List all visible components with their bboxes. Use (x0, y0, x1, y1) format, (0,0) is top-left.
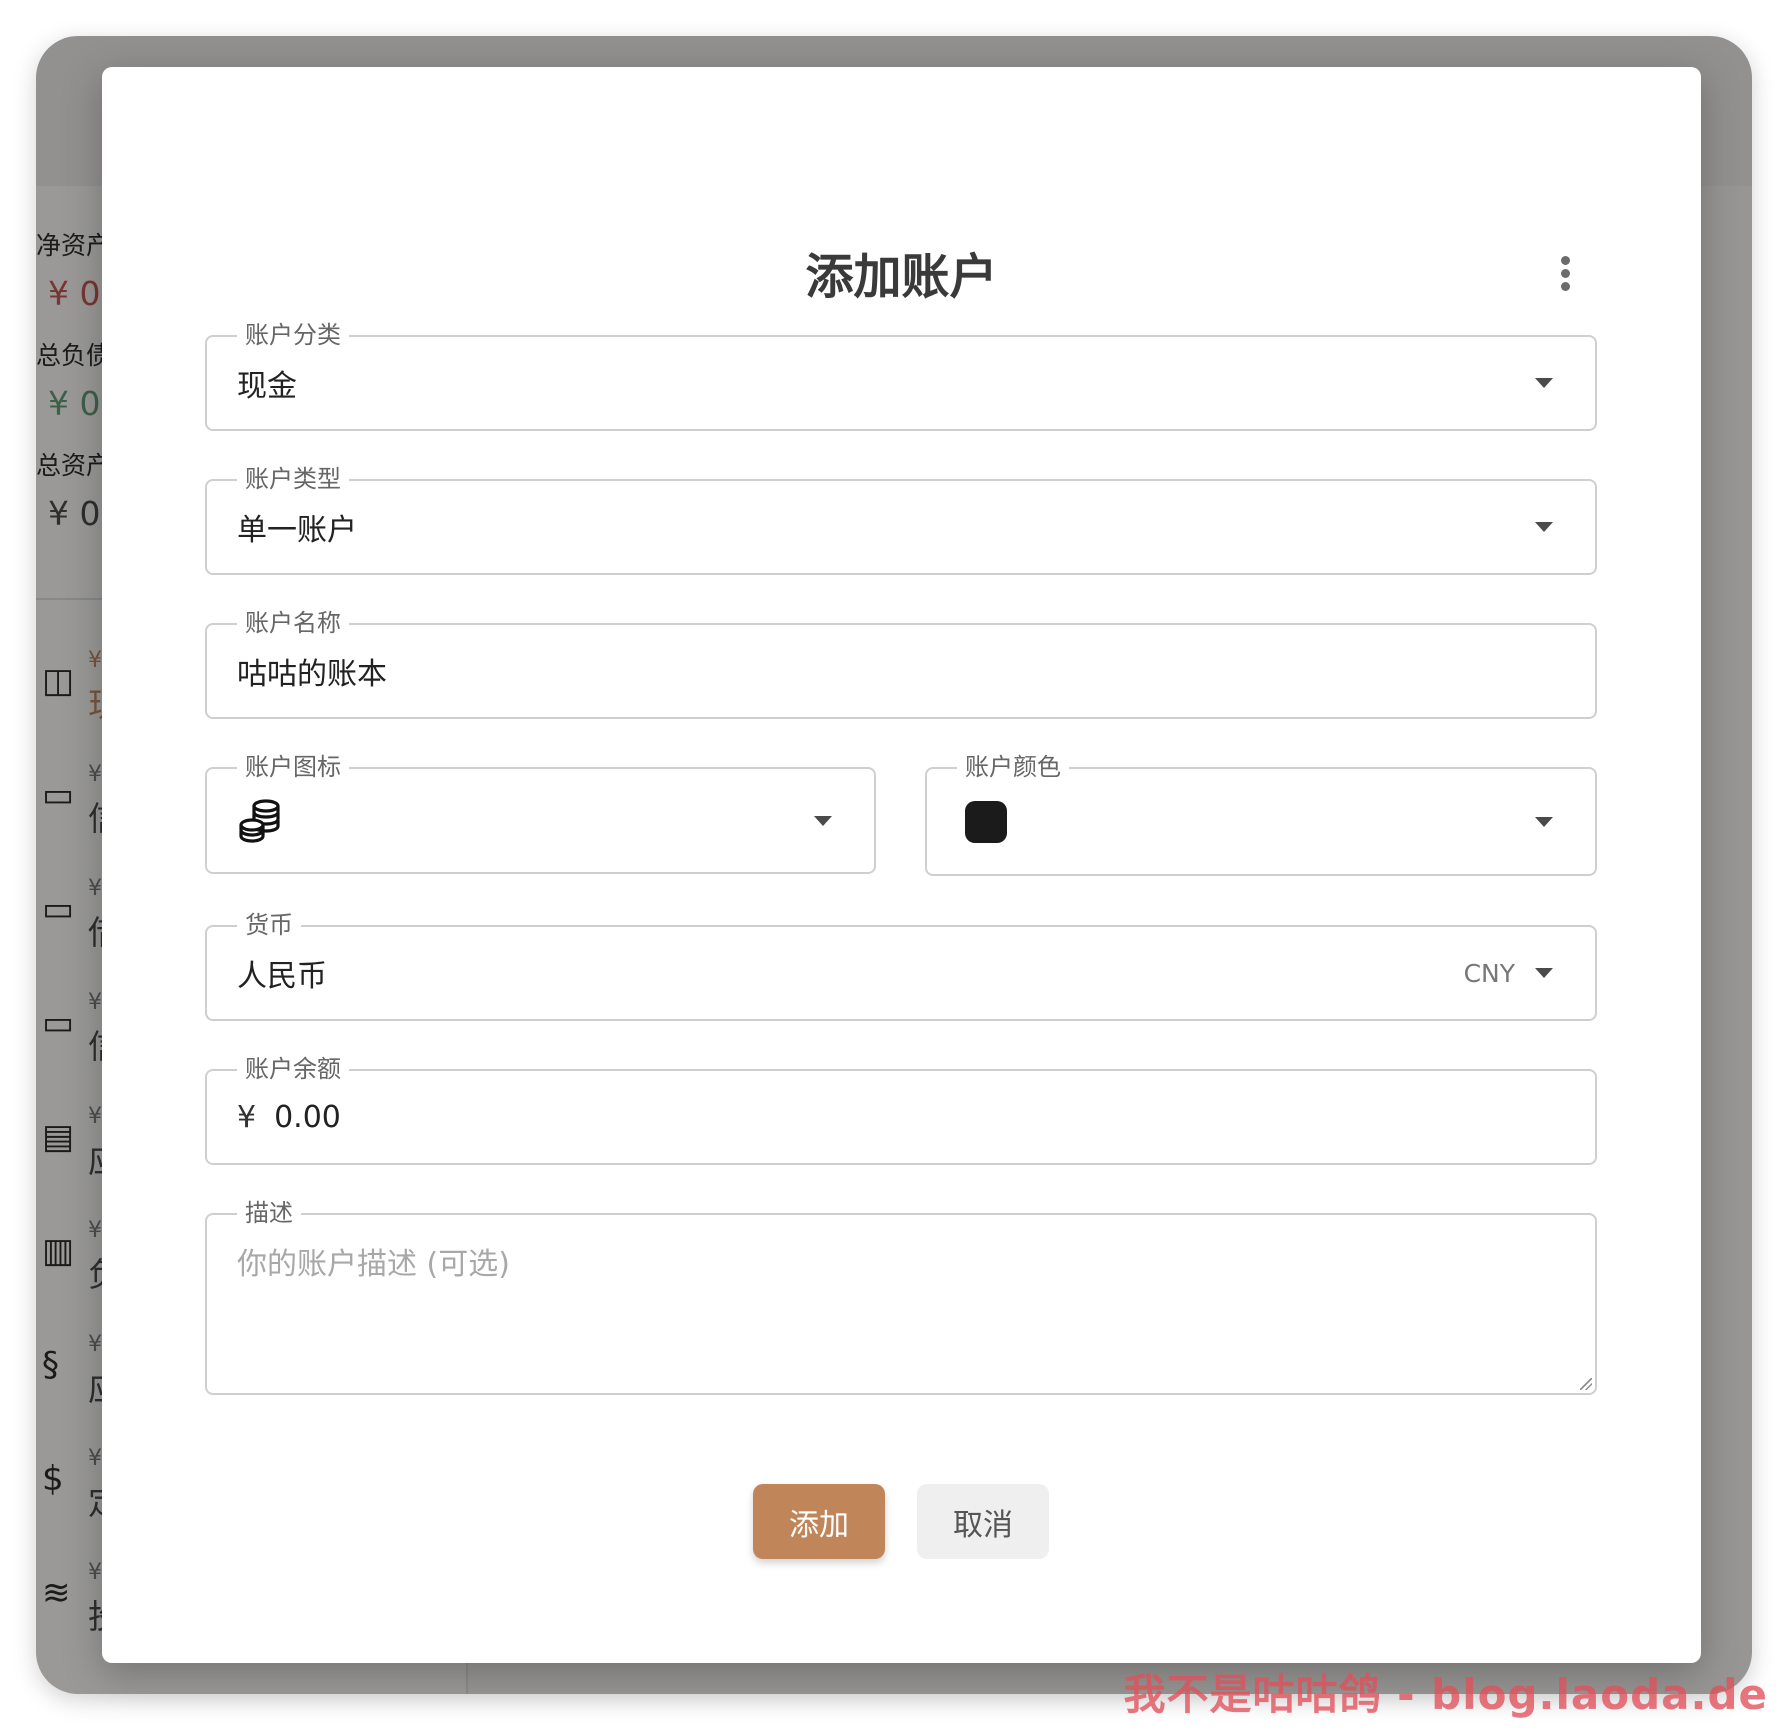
account-balance-input[interactable]: 0.00 (274, 1100, 341, 1135)
cancel-button[interactable]: 取消 (917, 1484, 1049, 1559)
account-name-field[interactable]: 账户名称 咕咕的账本 (205, 609, 1597, 719)
account-balance-value: ¥ 0.00 (237, 1071, 341, 1163)
currency-code: CNY (1463, 958, 1515, 988)
chevron-down-icon[interactable] (1535, 816, 1553, 827)
account-category-select[interactable]: 账户分类 现金 (205, 321, 1597, 431)
chevron-down-icon[interactable] (1535, 378, 1553, 388)
account-balance-field[interactable]: 账户余额 ¥ 0.00 (205, 1055, 1597, 1165)
yen-prefix: ¥ (237, 1099, 257, 1135)
color-swatch (965, 800, 1007, 843)
chevron-down-icon[interactable] (1535, 968, 1553, 978)
account-color-select[interactable]: 账户颜色 (925, 753, 1597, 876)
account-type-select[interactable]: 账户类型 单一账户 (205, 465, 1597, 575)
account-icon-select[interactable]: 账户图标 (205, 753, 876, 874)
currency-select[interactable]: 货币 人民币 CNY (205, 911, 1597, 1021)
account-icon-value (237, 769, 283, 872)
more-vertical-icon[interactable] (1555, 253, 1575, 293)
dialog-title: 添加账户 (805, 249, 998, 305)
currency-value: 人民币 (237, 959, 327, 994)
add-account-dialog: 添加账户 账户分类 现金 账户类型 单一账户 账户名称 咕咕的账本 账户图标 账… (102, 67, 1701, 1663)
description-textarea[interactable]: 你的账户描述 (可选) (237, 1239, 510, 1283)
description-label: 描述 (237, 1199, 301, 1227)
watermark: 我不是咕咕鸽 - blog.laoda.de (1123, 1670, 1768, 1719)
coins-icon (239, 798, 280, 843)
chevron-down-icon[interactable] (1535, 522, 1553, 532)
chevron-down-icon[interactable] (814, 815, 832, 826)
account-color-value (965, 769, 1007, 874)
account-name-input[interactable]: 咕咕的账本 (237, 625, 387, 717)
account-category-value: 现金 (237, 369, 297, 404)
resize-handle-icon[interactable] (1580, 1378, 1592, 1390)
add-button[interactable]: 添加 (753, 1484, 885, 1559)
description-field[interactable]: 描述 你的账户描述 (可选) (205, 1199, 1597, 1395)
account-type-value: 单一账户 (237, 513, 357, 548)
